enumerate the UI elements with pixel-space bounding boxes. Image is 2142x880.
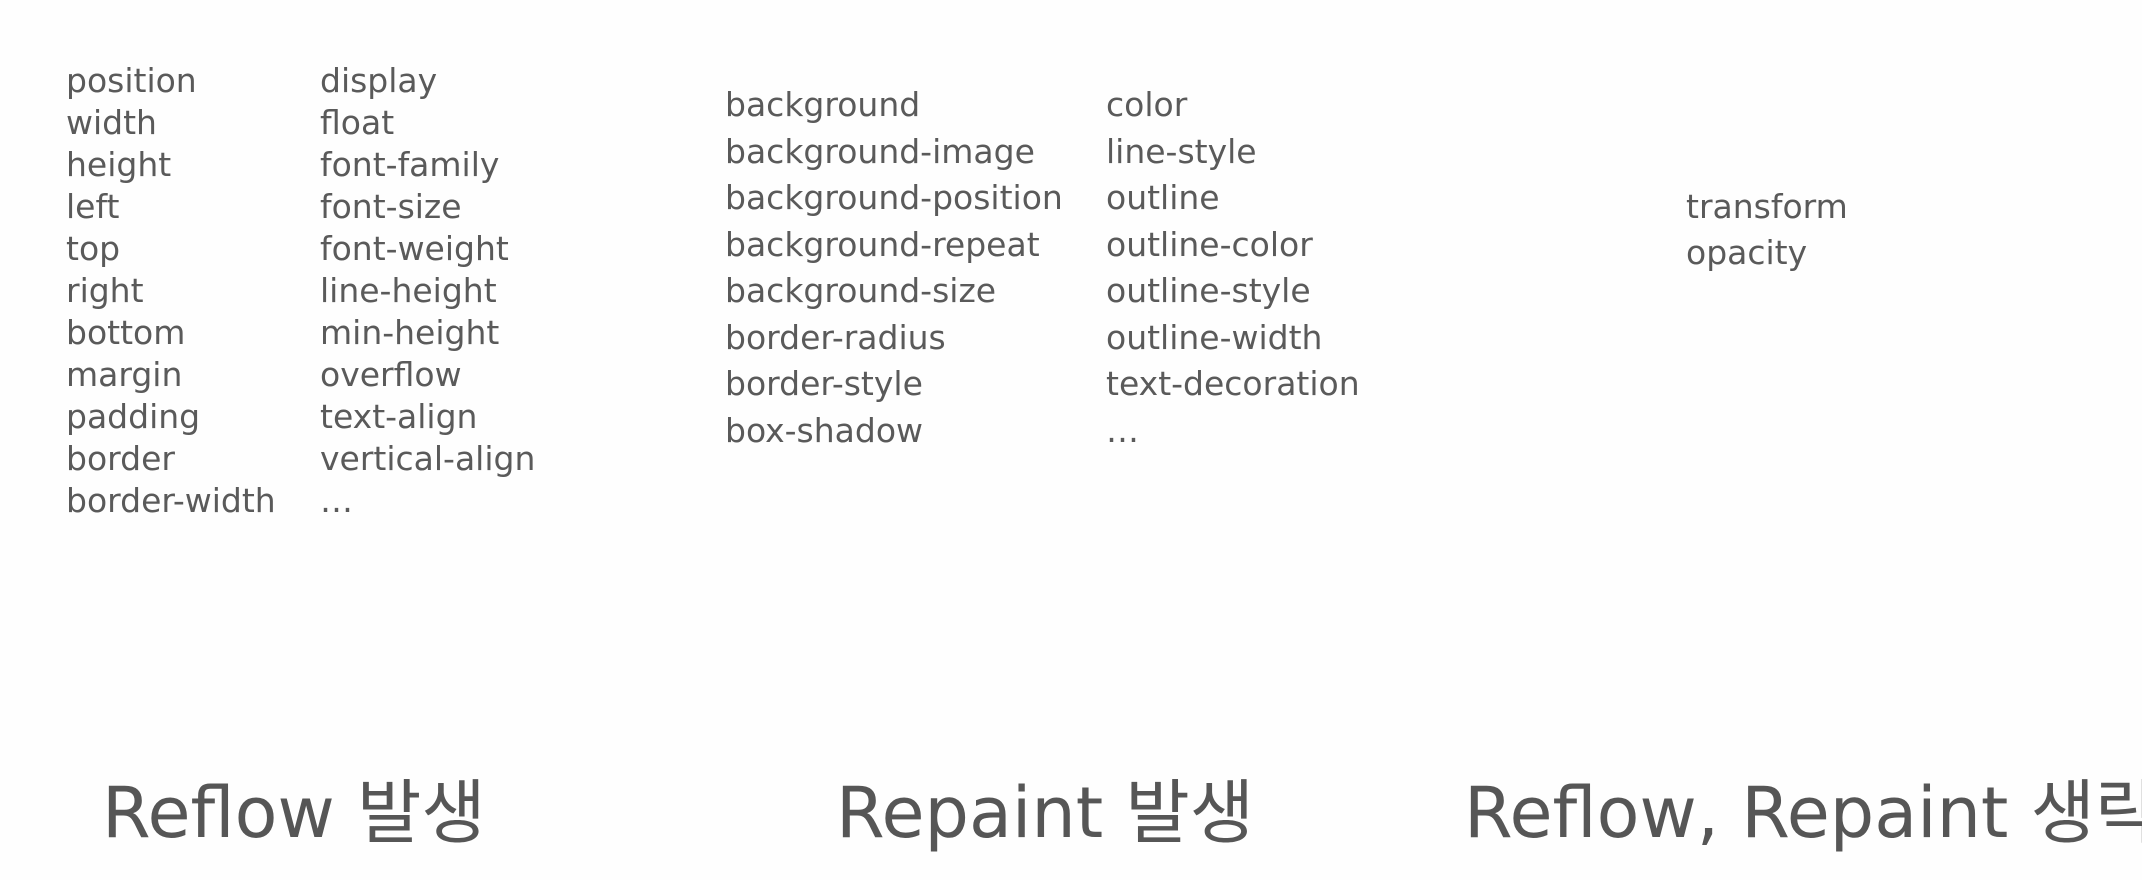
property-item: border-style	[725, 364, 923, 403]
no-reflow-repaint-properties: transform opacity	[1686, 190, 1848, 282]
repaint-properties-column-1: background background-image background-p…	[725, 88, 1063, 460]
property-item: transform	[1686, 187, 1848, 226]
property-item: width	[66, 103, 157, 142]
property-item: position	[66, 61, 197, 100]
property-item: text-decoration	[1106, 364, 1360, 403]
property-item: background-repeat	[725, 224, 1040, 264]
property-item: outline-style	[1106, 271, 1311, 310]
slide: position width height left top right bot…	[0, 0, 2142, 880]
property-item: outline-width	[1106, 317, 1323, 357]
property-item: line-height	[320, 271, 497, 310]
property-item: padding	[66, 397, 201, 436]
property-item: border-width	[66, 481, 276, 520]
repaint-caption: Repaint 발생	[836, 772, 1255, 854]
property-item: outline	[1106, 178, 1220, 217]
ellipsis: …	[320, 481, 353, 520]
reflow-repaint-skip-caption: Reflow, Repaint 생략	[1464, 772, 2142, 854]
reflow-properties-column-2: display float font-family font-size font…	[320, 64, 535, 526]
property-item: top	[66, 229, 121, 268]
property-item: display	[320, 61, 438, 100]
property-item: float	[320, 103, 395, 142]
property-item: border	[66, 439, 175, 478]
property-item: font-size	[320, 187, 462, 226]
property-item: line-style	[1106, 131, 1257, 171]
property-item: font-weight	[320, 229, 509, 268]
property-item: box-shadow	[725, 410, 924, 450]
property-item: min-height	[320, 313, 500, 352]
property-item: bottom	[66, 313, 186, 352]
property-item: color	[1106, 85, 1188, 124]
property-item: opacity	[1686, 233, 1808, 272]
property-item: height	[66, 145, 172, 184]
property-item: left	[66, 187, 120, 226]
property-item: vertical-align	[320, 439, 536, 478]
property-item: background-image	[725, 131, 1035, 171]
property-item: outline-color	[1106, 224, 1313, 264]
repaint-properties-column-2: color line-style outline outline-color o…	[1106, 88, 1360, 460]
property-item: right	[66, 271, 144, 310]
property-item: font-family	[320, 145, 500, 184]
property-item: text-align	[320, 397, 478, 436]
ellipsis: …	[1106, 410, 1139, 450]
property-item: margin	[66, 355, 183, 394]
property-item: background	[725, 85, 921, 124]
reflow-caption: Reflow 발생	[102, 772, 486, 854]
property-item: background-position	[725, 178, 1063, 217]
property-item: overflow	[320, 355, 462, 394]
property-item: background-size	[725, 271, 997, 310]
reflow-properties-column-1: position width height left top right bot…	[66, 64, 276, 526]
property-item: border-radius	[725, 317, 946, 357]
